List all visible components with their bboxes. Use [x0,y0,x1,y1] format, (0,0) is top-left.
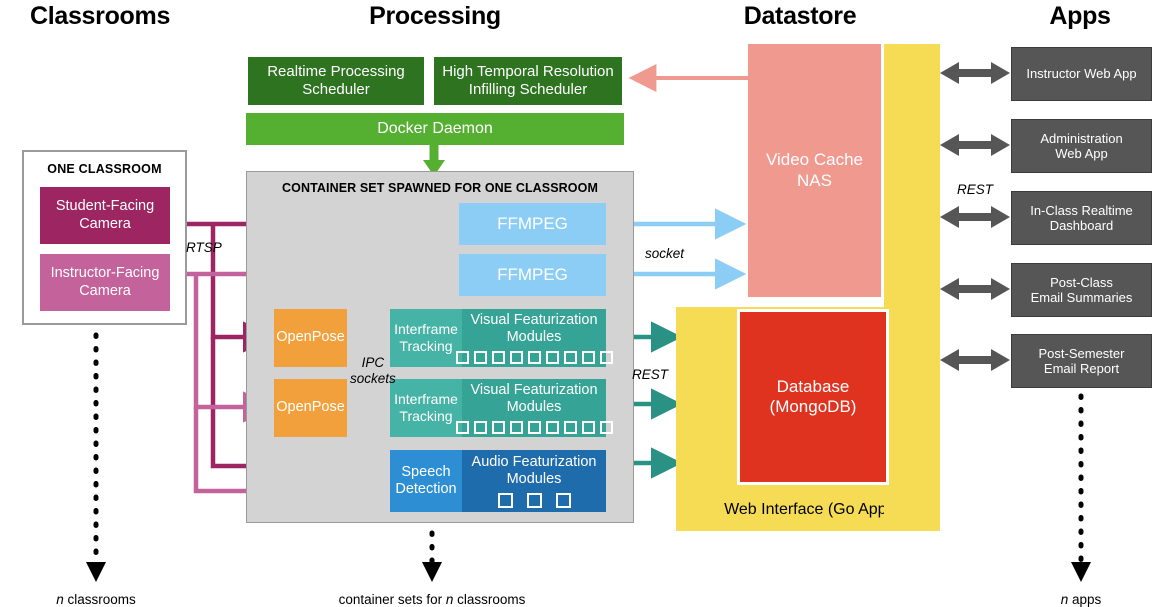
double-arrow-icon [940,134,1010,156]
realtime-processing-scheduler[interactable]: Realtime Processing Scheduler [246,55,426,107]
footer-suffix: apps [1068,592,1102,607]
app-in-class-realtime-dashboard[interactable]: In-Class Realtime Dashboard [1011,191,1152,245]
dotted-n-apps [1071,393,1091,582]
module-square [509,421,523,435]
app-post-class-email-summaries[interactable]: Post-Class Email Summaries [1011,263,1152,317]
module-square [545,421,559,435]
footer-n-classrooms: n classrooms [16,592,176,607]
visual-featurization-modules-2[interactable]: Visual Featurization Modules [455,379,613,437]
footer-n-container-sets: container sets for n classrooms [282,592,582,607]
high-temporal-resolution-infilling-scheduler[interactable]: High Temporal Resolution Infilling Sched… [432,55,624,107]
module-square [491,421,505,435]
speech-detection[interactable]: Speech Detection [390,450,462,512]
docker-daemon[interactable]: Docker Daemon [246,113,624,145]
one-classroom-label: ONE CLASSROOM [47,162,162,176]
footer-suffix: classrooms [453,592,526,607]
ffmpeg-container-2[interactable]: FFMPEG [459,254,606,296]
web-interface-right-rail[interactable] [884,44,940,531]
column-title-classrooms: Classrooms [29,2,171,30]
module-square [545,351,559,365]
module-square [599,421,613,435]
app-post-semester-email-report[interactable]: Post-Semester Email Report [1011,334,1152,388]
edge-label-socket: socket [645,246,685,261]
visual-featurization-label-2: Visual Featurization Modules [470,381,598,415]
interframe-tracking-2[interactable]: Interframe Tracking [390,379,462,437]
module-square [581,421,595,435]
edge-label-rtsp: RTSP [186,240,222,255]
audio-featurization-label: Audio Featurization Modules [471,453,597,487]
database-mongodb[interactable]: Database (MongoDB) [737,309,889,485]
video-cache-nas[interactable]: Video Cache NAS [748,44,881,297]
module-square [473,351,487,365]
column-title-datastore: Datastore [743,2,857,30]
column-title-processing: Processing [369,2,501,30]
double-arrow-icon [940,62,1010,84]
module-square [581,351,595,365]
student-facing-camera[interactable]: Student-Facing Camera [40,187,170,244]
ffmpeg-container-1[interactable]: FFMPEG [459,203,606,245]
module-square [563,351,577,365]
module-square [497,493,513,509]
module-square [455,351,469,365]
edge-label-rest-datastore: REST [632,367,669,382]
module-square [509,351,523,365]
footer-prefix: container sets for [338,592,446,607]
dotted-n-classrooms [86,332,106,582]
footer-n-apps: n apps [1011,592,1151,607]
audio-featurization-modules[interactable]: Audio Featurization Modules [462,450,606,512]
openpose-container-2[interactable]: OpenPose [274,379,347,437]
module-square [599,351,613,365]
module-square [455,421,469,435]
module-square [527,351,541,365]
app-administration-web-app[interactable]: Administration Web App [1011,119,1152,173]
double-arrow-icon [940,278,1010,300]
column-title-apps: Apps [1049,2,1111,30]
module-square [473,421,487,435]
visual-module-squares-1 [455,351,613,365]
module-square [555,493,571,509]
container-set-label: CONTAINER SET SPAWNED FOR ONE CLASSROOM [282,181,598,195]
double-arrow-icon [940,206,1010,228]
edge-label-rest-apps: REST [957,182,994,197]
module-square [491,351,505,365]
dotted-n-container-sets [422,530,442,582]
double-arrow-icon [940,349,1010,371]
footer-suffix: classrooms [63,592,136,607]
instructor-facing-camera[interactable]: Instructor-Facing Camera [40,254,170,311]
visual-featurization-label-1: Visual Featurization Modules [470,311,598,345]
architecture-diagram: Classrooms Processing Datastore Apps Rea… [0,0,1175,607]
arrows-web-to-apps [940,62,1010,371]
module-square [526,493,542,509]
audio-module-squares [497,493,571,509]
visual-featurization-modules-1[interactable]: Visual Featurization Modules [455,309,613,367]
footer-italic-n: n [56,592,64,607]
module-square [527,421,541,435]
app-instructor-web-app[interactable]: Instructor Web App [1011,47,1152,101]
visual-module-squares-2 [455,421,613,435]
edge-label-ipc-sockets: IPC sockets [350,355,396,387]
openpose-container-1[interactable]: OpenPose [274,309,347,367]
interframe-tracking-1[interactable]: Interframe Tracking [390,309,462,367]
module-square [563,421,577,435]
